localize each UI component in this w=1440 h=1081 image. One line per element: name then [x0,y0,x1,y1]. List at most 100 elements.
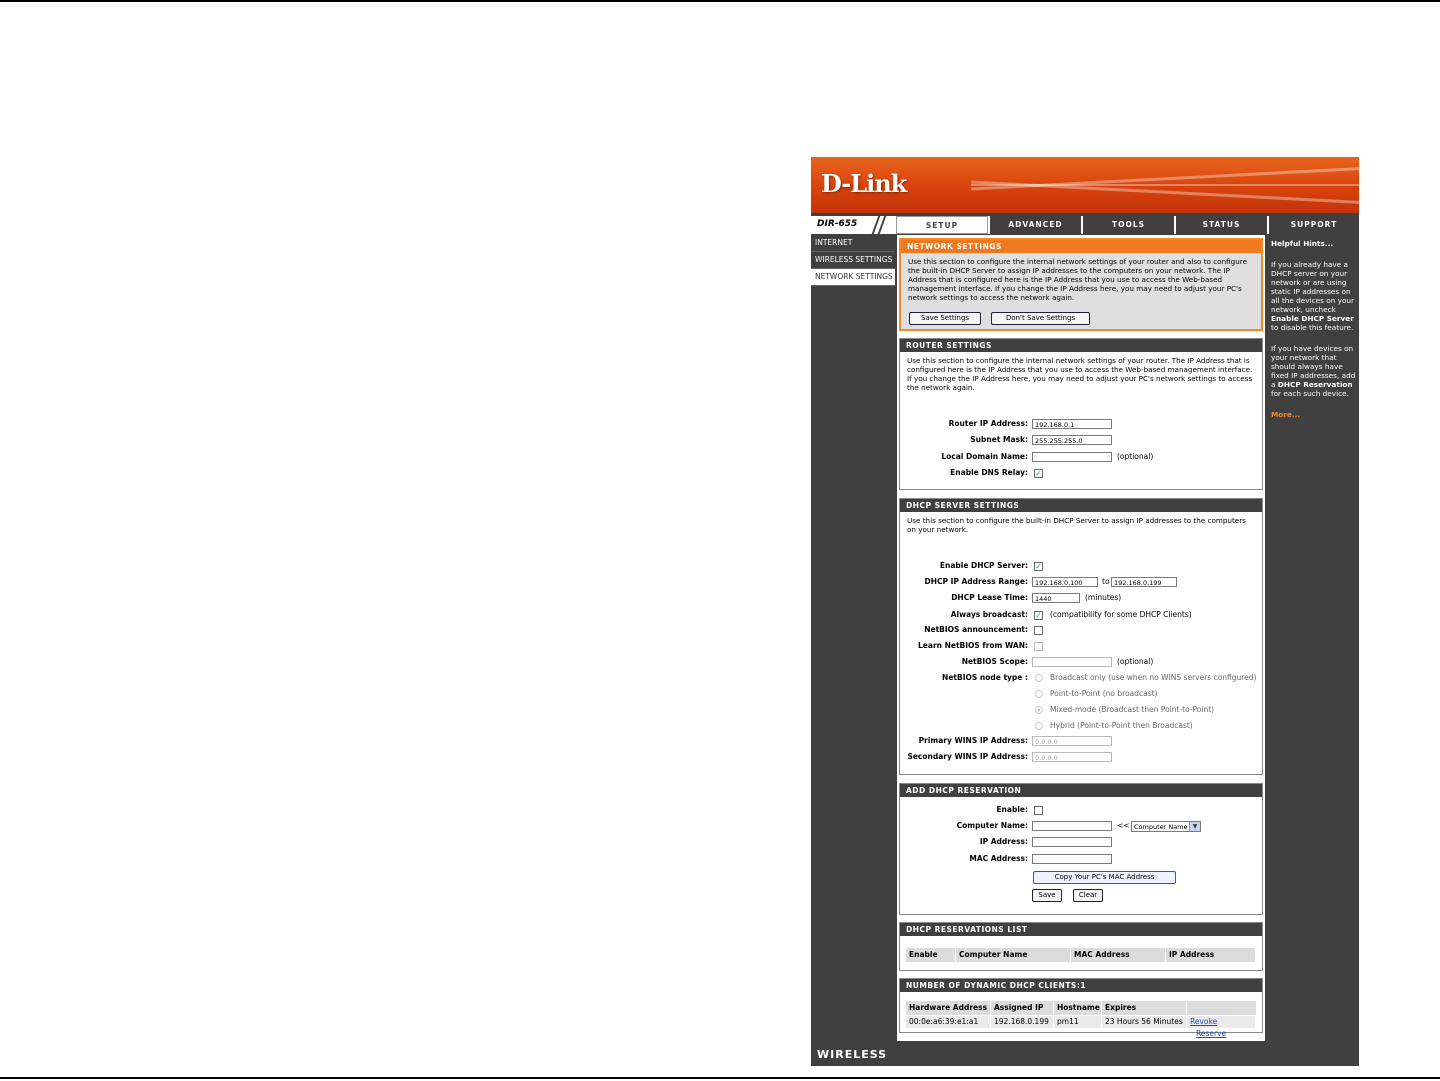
model-name: DIR-655 [817,219,858,229]
node-p2p-radio[interactable] [1035,690,1043,698]
save-settings-button[interactable]: Save Settings [909,312,981,325]
local-domain-label: Local Domain Name: [941,452,1028,461]
broadcast-note: (compatibility for some DHCP Clients) [1050,610,1192,619]
subnet-mask-label: Subnet Mask: [970,435,1028,444]
column-header: Assigned IP [991,1001,1054,1015]
netbios-scope-input[interactable] [1032,657,1112,667]
section-description: Use this section to configure the intern… [908,257,1247,302]
minutes-label: (minutes) [1085,593,1122,602]
subnet-mask-input[interactable]: 255.255.255.0 [1032,435,1112,445]
reservation-mac-input[interactable] [1032,854,1112,864]
reservation-ip-input[interactable] [1032,837,1112,847]
revoke-link[interactable]: Revoke [1190,1017,1217,1026]
section-title: ROUTER SETTINGS [900,339,1262,352]
section-title: DHCP RESERVATIONS LIST [900,923,1262,936]
hint-emphasis: DHCP Reservation [1277,380,1353,389]
enable-dhcp-checkbox[interactable]: ✓ [1034,562,1043,571]
client-assigned-ip: 192.168.0.199 [991,1016,1054,1028]
always-broadcast-checkbox[interactable]: ✓ [1034,611,1043,620]
enable-dhcp-label: Enable DHCP Server: [939,561,1028,570]
reserve-link[interactable]: Reserve [1196,1029,1226,1038]
section-title: NETWORK SETTINGS [901,240,1261,253]
hint-dhcp-reservation: If you have devices on your network that… [1271,344,1359,398]
hint-dhcp-server: If you already have a DHCP server on you… [1271,260,1359,332]
tab-advanced[interactable]: ADVANCED [988,216,1081,234]
netbios-scope-label: NetBIOS Scope: [961,657,1028,666]
sidebar-item-network-settings[interactable]: NETWORK SETTINGS [811,269,895,286]
reservation-enable-label: Enable: [996,805,1028,814]
copy-mac-button[interactable]: Copy Your PC's MAC Address [1033,871,1176,884]
primary-wins-input[interactable]: 0.0.0.0 [1032,736,1112,746]
column-header: Expires [1102,1001,1187,1015]
reservation-enable-checkbox[interactable] [1034,806,1043,815]
router-ip-input[interactable]: 192.168.0.1 [1032,419,1112,429]
column-header: IP Address [1166,948,1256,962]
column-header: MAC Address [1071,948,1166,962]
tab-tools[interactable]: TOOLS [1081,216,1174,234]
router-settings-section: ROUTER SETTINGS Use this section to conf… [899,338,1263,490]
hint-text: to disable this feature. [1271,323,1354,332]
column-header: Hostname [1054,1001,1102,1015]
client-hostname: pm11 [1054,1016,1102,1028]
sidebar-item-wireless-settings[interactable]: WIRELESS SETTINGS [811,252,895,269]
client-hardware-address: 00:0e:a6:39:e1:a1 [906,1016,991,1028]
banner-stripe [971,184,1359,186]
sidebar-item-internet[interactable]: INTERNET [811,235,895,252]
local-domain-input[interactable] [1032,452,1112,462]
router-ip-label: Router IP Address: [948,419,1028,428]
secondary-wins-label: Secondary WINS IP Address: [907,752,1028,761]
netbios-node-label: NetBIOS node type : [942,673,1028,682]
section-title: DHCP SERVER SETTINGS [900,499,1262,512]
dhcp-range-label: DHCP IP Address Range: [924,577,1028,586]
tab-support[interactable]: SUPPORT [1267,216,1359,234]
lease-time-label: DHCP Lease Time: [951,593,1028,602]
main-content: NETWORK SETTINGS Use this section to con… [897,235,1265,1063]
reservation-clear-button[interactable]: Clear [1073,889,1103,902]
top-rule [0,0,1440,2]
section-title: ADD DHCP RESERVATION [900,784,1262,797]
lease-time-input[interactable]: 1440 [1032,593,1080,603]
netbios-wan-checkbox[interactable] [1034,642,1043,651]
section-description: Use this section to configure the intern… [907,356,1253,392]
primary-wins-label: Primary WINS IP Address: [918,736,1028,745]
add-dhcp-reservation-section: ADD DHCP RESERVATION Enable: Computer Na… [899,783,1263,915]
tab-setup[interactable]: SETUP [896,216,988,234]
reservation-save-button[interactable]: Save [1032,889,1062,902]
column-header: Enable [906,948,956,962]
dhcp-server-section: DHCP SERVER SETTINGS Use this section to… [899,498,1263,775]
dont-save-settings-button[interactable]: Don't Save Settings [991,312,1090,325]
computer-name-input[interactable] [1032,821,1112,831]
computer-name-label: Computer Name: [956,821,1028,830]
always-broadcast-label: Always broadcast: [950,610,1028,619]
node-mixed-label: Mixed-mode (Broadcast then Point-to-Poin… [1050,705,1215,714]
dns-relay-label: Enable DNS Relay: [950,468,1028,477]
node-hybrid-radio[interactable] [1035,722,1043,730]
copy-arrows: << [1117,821,1130,830]
optional-note: (optional) [1117,452,1154,461]
left-navigation: INTERNET WIRELESS SETTINGS NETWORK SETTI… [811,235,895,286]
section-title: NUMBER OF DYNAMIC DHCP CLIENTS:1 [900,979,1262,992]
dhcp-range-start-input[interactable]: 192.168.0.100 [1032,577,1098,587]
reservation-mac-label: MAC Address: [969,854,1028,863]
reservation-ip-label: IP Address: [979,837,1028,846]
section-description: Use this section to configure the built-… [907,516,1246,534]
more-hints-link[interactable]: More... [1271,410,1359,419]
column-header: Hardware Address [906,1001,991,1015]
secondary-wins-input[interactable]: 0.0.0.0 [1032,752,1112,762]
clients-table: Hardware Address Assigned IP Hostname Ex… [906,1001,1256,1038]
dlink-logo: D-Link [821,169,907,198]
helpful-hints-panel: Helpful Hints... If you already have a D… [1267,235,1359,419]
node-broadcast-radio[interactable] [1035,674,1043,682]
footer-wireless-label: WIRELESS [817,1048,888,1061]
client-actions: Revoke Reserve [1187,1016,1256,1038]
hints-title: Helpful Hints... [1271,239,1334,248]
computer-name-select[interactable]: Computer Name ▼ [1131,821,1201,832]
node-mixed-radio[interactable] [1035,706,1043,714]
reservations-table: Enable Computer Name MAC Address IP Addr… [906,948,1256,962]
dhcp-range-end-input[interactable]: 192.168.0.199 [1111,577,1177,587]
client-expires: 23 Hours 56 Minutes [1102,1016,1187,1028]
node-p2p-label: Point-to-Point (no broadcast) [1050,689,1158,698]
tab-status[interactable]: STATUS [1174,216,1267,234]
dns-relay-checkbox[interactable]: ✓ [1034,469,1043,478]
netbios-announcement-checkbox[interactable] [1034,626,1043,635]
